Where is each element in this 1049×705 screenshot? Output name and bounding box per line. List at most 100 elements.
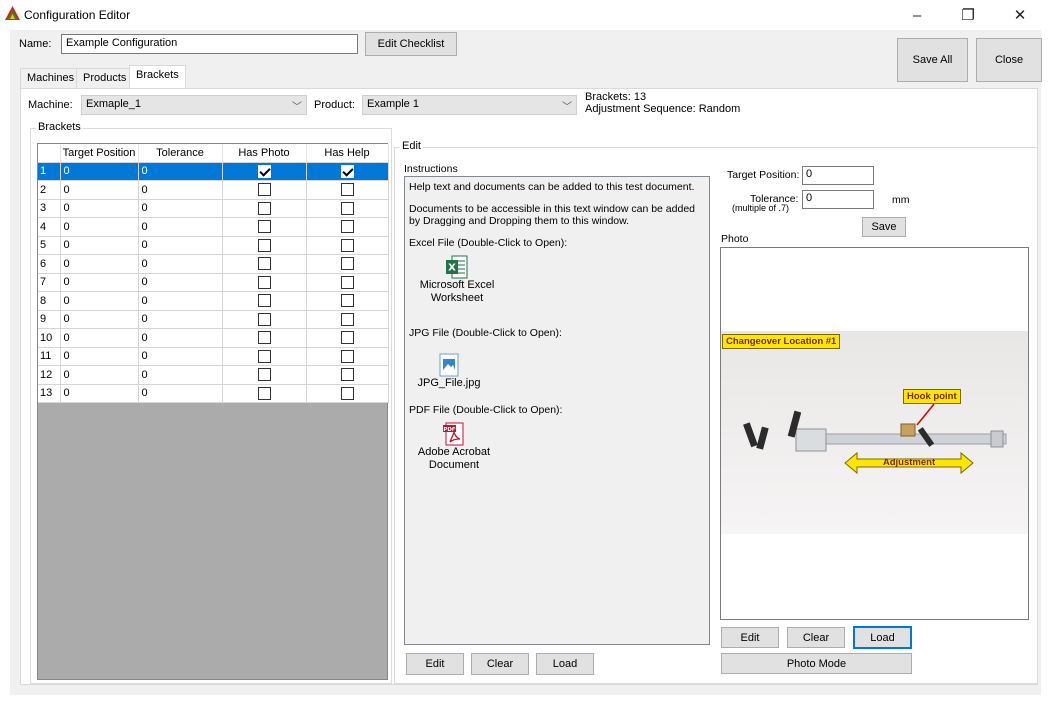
has-help-checkbox[interactable] bbox=[340, 238, 354, 252]
has-help-checkbox[interactable] bbox=[340, 386, 354, 400]
jpg-attachment[interactable]: JPG_File.jpg bbox=[409, 353, 489, 390]
row-number[interactable]: 11 bbox=[38, 347, 61, 366]
row-number[interactable]: 1 bbox=[38, 162, 61, 181]
has-photo-checkbox[interactable] bbox=[257, 220, 271, 234]
has-photo-checkbox[interactable] bbox=[257, 183, 271, 197]
pdf-attachment[interactable]: PDF Adobe Acrobat Document bbox=[409, 422, 499, 472]
has-photo-checkbox[interactable] bbox=[257, 294, 271, 308]
has-help-cell[interactable] bbox=[306, 347, 389, 366]
target-position-cell[interactable]: 0 bbox=[60, 180, 139, 200]
row-number[interactable]: 4 bbox=[38, 217, 61, 237]
row-number[interactable]: 8 bbox=[38, 291, 61, 311]
has-help-cell[interactable] bbox=[306, 365, 389, 385]
has-photo-cell[interactable] bbox=[222, 310, 307, 329]
table-row[interactable]: 13 0 0 bbox=[38, 384, 389, 403]
target-position-cell[interactable]: 0 bbox=[60, 384, 139, 403]
has-help-checkbox[interactable] bbox=[340, 275, 354, 289]
tolerance-cell[interactable]: 0 bbox=[138, 199, 223, 218]
has-photo-cell[interactable] bbox=[222, 217, 307, 237]
photo-box[interactable]: Changeover Location #1 Hook point Adjust… bbox=[720, 247, 1029, 620]
row-number[interactable]: 2 bbox=[38, 180, 61, 200]
tolerance-field[interactable]: 0 bbox=[802, 190, 874, 209]
table-row[interactable]: 300 bbox=[38, 199, 389, 218]
restore-button[interactable]: ❐ bbox=[948, 2, 988, 28]
tolerance-cell[interactable]: 0 bbox=[138, 162, 223, 181]
photo-mode-button[interactable]: Photo Mode bbox=[721, 653, 912, 674]
grid-header-target-position[interactable]: Target Position bbox=[60, 144, 139, 163]
target-position-cell[interactable]: 0 bbox=[60, 310, 139, 329]
product-select[interactable]: Example 1 ﹀ bbox=[362, 95, 577, 115]
target-position-cell[interactable]: 0 bbox=[60, 199, 139, 218]
has-help-checkbox[interactable] bbox=[340, 331, 354, 345]
has-photo-checkbox[interactable] bbox=[257, 349, 271, 363]
target-position-cell[interactable]: 0 bbox=[60, 162, 139, 181]
target-position-cell[interactable]: 0 bbox=[60, 347, 139, 366]
has-photo-cell[interactable] bbox=[222, 384, 307, 403]
table-row[interactable]: 200 bbox=[38, 180, 389, 200]
has-photo-checkbox[interactable] bbox=[257, 238, 271, 252]
edit-checklist-button[interactable]: Edit Checklist bbox=[365, 32, 457, 56]
excel-attachment[interactable]: X Microsoft Excel Worksheet bbox=[417, 255, 497, 305]
has-photo-cell[interactable] bbox=[222, 328, 307, 348]
row-number[interactable]: 7 bbox=[38, 273, 61, 292]
has-photo-cell[interactable] bbox=[222, 273, 307, 292]
has-help-cell[interactable] bbox=[306, 180, 389, 200]
table-row[interactable]: 500 bbox=[38, 236, 389, 255]
has-photo-cell[interactable] bbox=[222, 347, 307, 366]
has-photo-checkbox[interactable] bbox=[257, 386, 271, 400]
has-photo-checkbox[interactable] bbox=[257, 164, 271, 178]
tolerance-cell[interactable]: 0 bbox=[138, 291, 223, 311]
save-button[interactable]: Save bbox=[862, 217, 906, 237]
has-help-checkbox[interactable] bbox=[340, 201, 354, 215]
photo-load-button[interactable]: Load bbox=[853, 626, 912, 649]
target-position-cell[interactable]: 0 bbox=[60, 328, 139, 348]
table-row[interactable]: 600 bbox=[38, 254, 389, 274]
has-photo-cell[interactable] bbox=[222, 236, 307, 255]
row-number[interactable]: 6 bbox=[38, 254, 61, 274]
has-help-checkbox[interactable] bbox=[340, 183, 354, 197]
row-number[interactable]: 5 bbox=[38, 236, 61, 255]
table-row[interactable]: 400 bbox=[38, 217, 389, 237]
tolerance-cell[interactable]: 0 bbox=[138, 254, 223, 274]
table-row[interactable]: 12 0 0 bbox=[38, 365, 389, 385]
has-photo-checkbox[interactable] bbox=[257, 257, 271, 271]
tolerance-cell[interactable]: 0 bbox=[138, 180, 223, 200]
has-help-checkbox[interactable] bbox=[340, 294, 354, 308]
tolerance-cell[interactable]: 0 bbox=[138, 328, 223, 348]
has-help-cell[interactable] bbox=[306, 162, 389, 181]
tolerance-cell[interactable]: 0 bbox=[138, 347, 223, 366]
has-help-checkbox[interactable] bbox=[340, 220, 354, 234]
table-row[interactable]: 10 0 0 bbox=[38, 328, 389, 348]
instructions-clear-button[interactable]: Clear bbox=[471, 653, 529, 675]
target-position-cell[interactable]: 0 bbox=[60, 273, 139, 292]
has-help-checkbox[interactable] bbox=[340, 164, 354, 178]
has-photo-cell[interactable] bbox=[222, 365, 307, 385]
has-photo-cell[interactable] bbox=[222, 180, 307, 200]
has-help-checkbox[interactable] bbox=[340, 368, 354, 382]
has-photo-checkbox[interactable] bbox=[257, 275, 271, 289]
table-row[interactable]: 100 bbox=[38, 162, 389, 181]
has-photo-checkbox[interactable] bbox=[257, 368, 271, 382]
has-help-cell[interactable] bbox=[306, 273, 389, 292]
target-position-cell[interactable]: 0 bbox=[60, 291, 139, 311]
instructions-box[interactable]: Help text and documents can be added to … bbox=[404, 176, 710, 645]
table-row[interactable]: 700 bbox=[38, 273, 389, 292]
close-window-button[interactable]: ✕ bbox=[1000, 2, 1040, 28]
has-photo-cell[interactable] bbox=[222, 199, 307, 218]
has-photo-cell[interactable] bbox=[222, 254, 307, 274]
tolerance-cell[interactable]: 0 bbox=[138, 310, 223, 329]
close-button[interactable]: Close bbox=[976, 38, 1042, 82]
instructions-load-button[interactable]: Load bbox=[536, 653, 594, 675]
has-help-cell[interactable] bbox=[306, 236, 389, 255]
has-photo-checkbox[interactable] bbox=[257, 331, 271, 345]
has-help-cell[interactable] bbox=[306, 254, 389, 274]
has-photo-checkbox[interactable] bbox=[257, 312, 271, 326]
has-help-cell[interactable] bbox=[306, 217, 389, 237]
has-photo-checkbox[interactable] bbox=[257, 201, 271, 215]
row-number[interactable]: 10 bbox=[38, 328, 61, 348]
has-help-checkbox[interactable] bbox=[340, 312, 354, 326]
has-help-checkbox[interactable] bbox=[340, 257, 354, 271]
grid-header-tolerance[interactable]: Tolerance bbox=[138, 144, 223, 163]
row-number[interactable]: 9 bbox=[38, 310, 61, 329]
has-help-checkbox[interactable] bbox=[340, 349, 354, 363]
